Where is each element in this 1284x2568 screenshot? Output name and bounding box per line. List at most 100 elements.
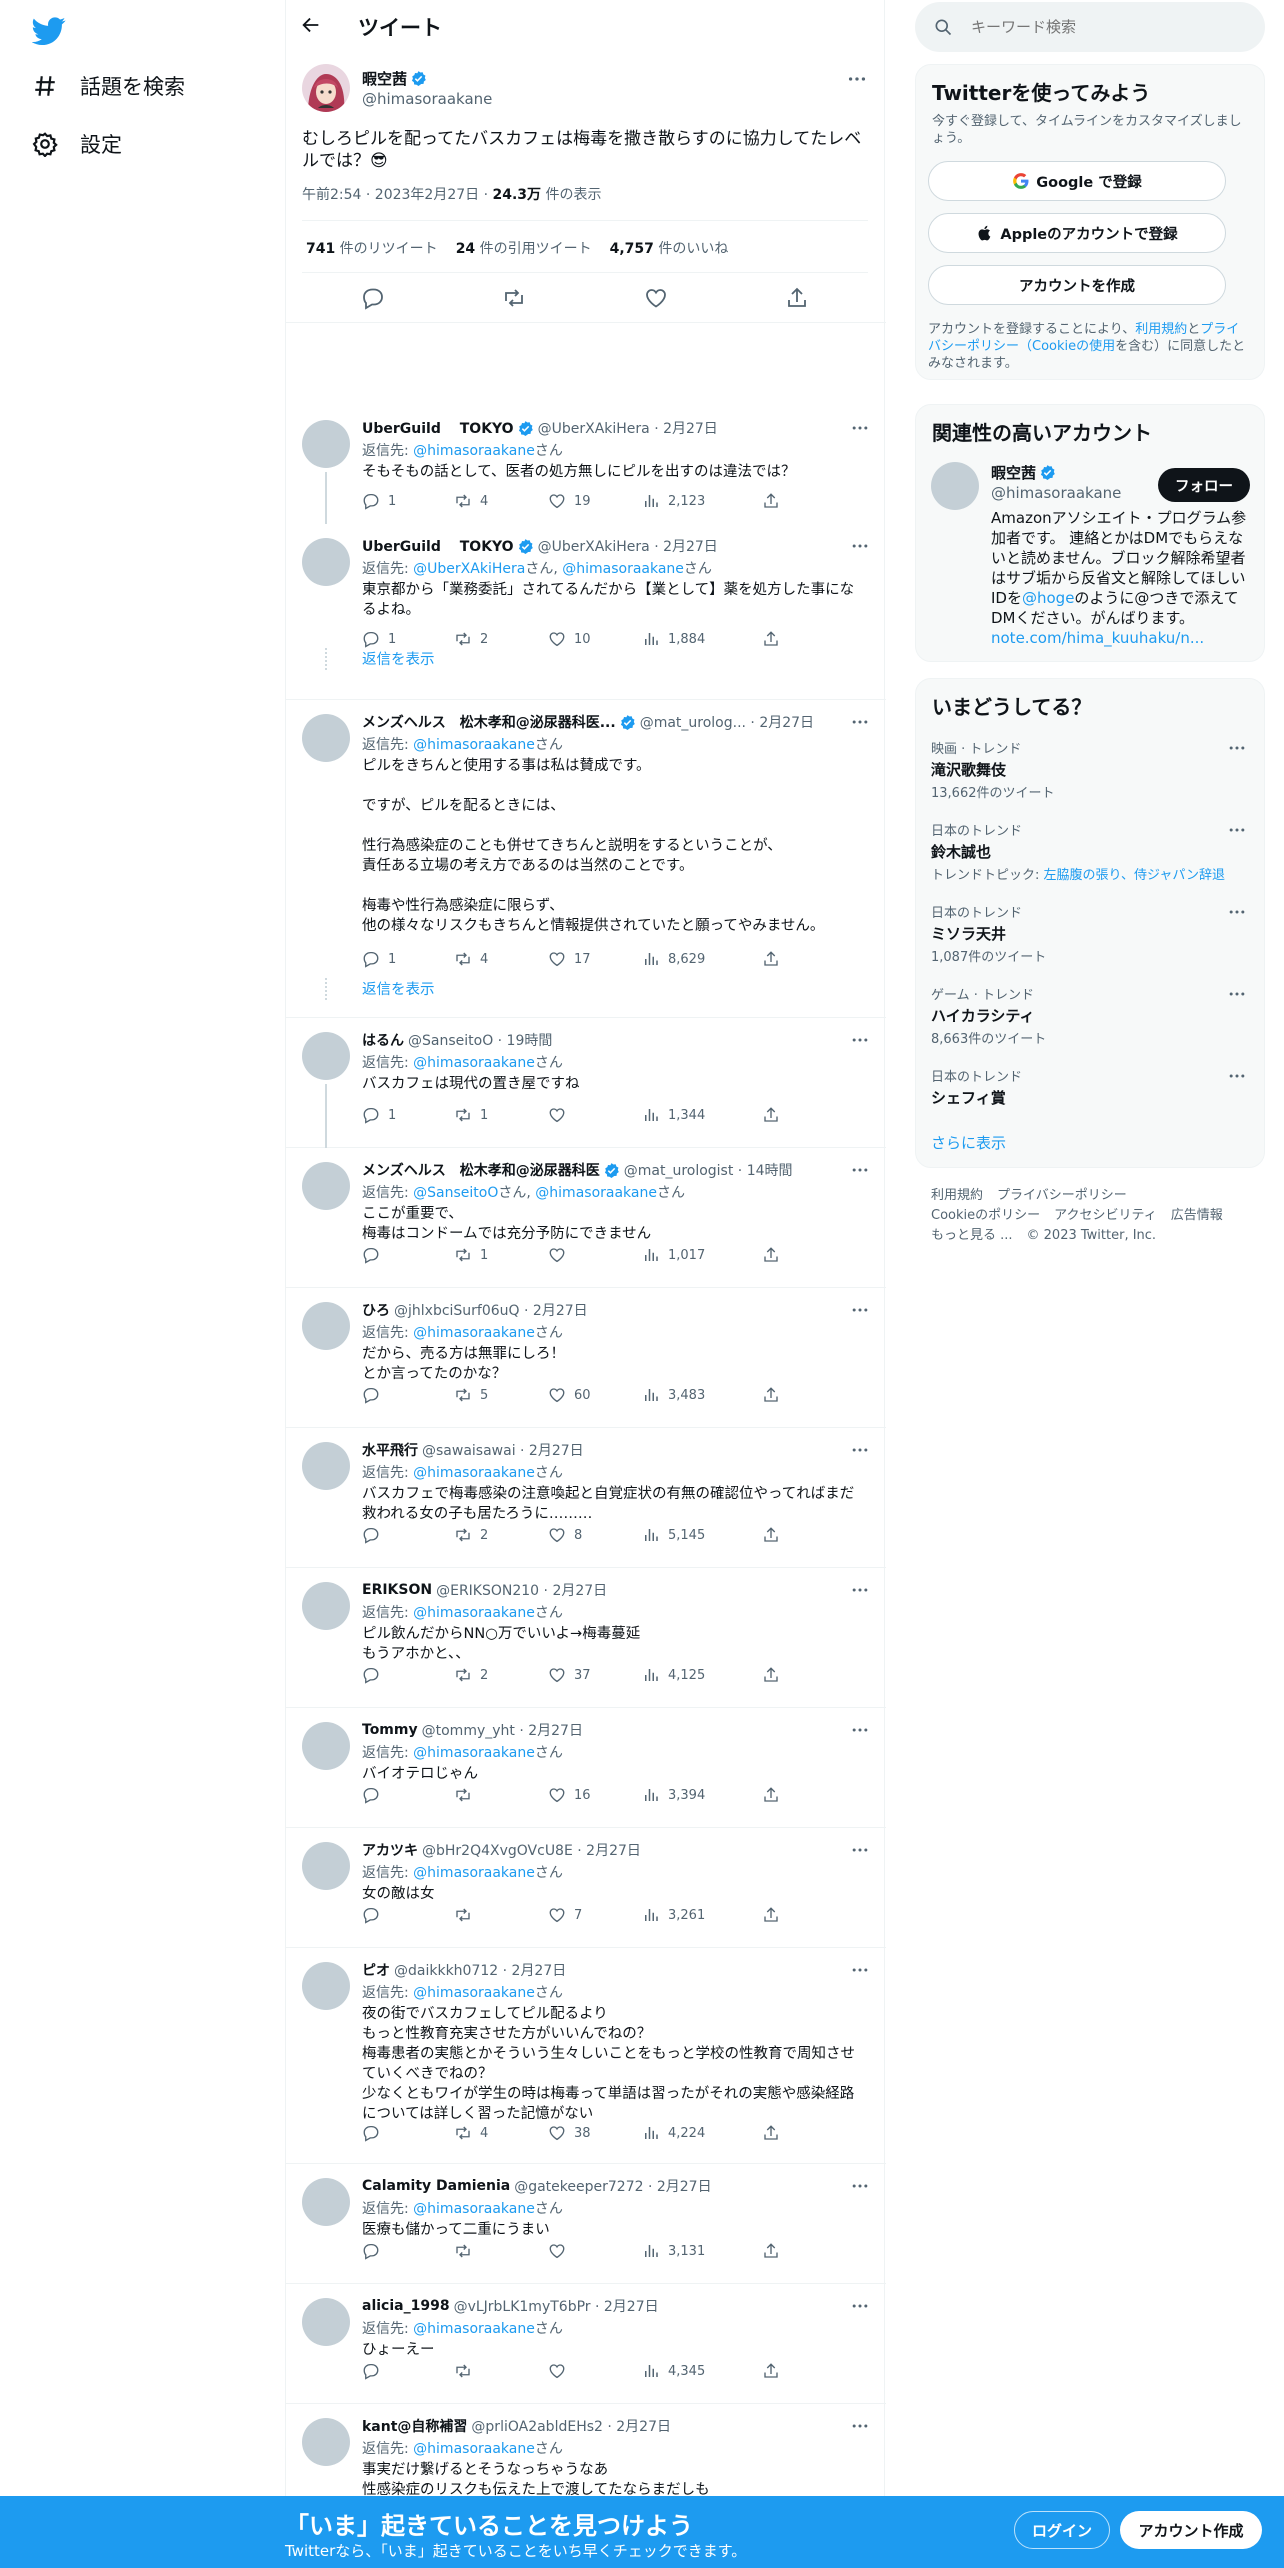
- create-account-button[interactable]: アカウントを作成: [928, 265, 1226, 305]
- like-action[interactable]: 16: [548, 1786, 591, 1804]
- twitter-logo-icon[interactable]: [32, 14, 66, 48]
- share-action[interactable]: [762, 1906, 788, 1924]
- footer-more-link[interactable]: もっと見る ...: [931, 1228, 1013, 1243]
- show-replies-link[interactable]: 返信を表示: [362, 648, 435, 669]
- views-action[interactable]: 4,345: [642, 2362, 705, 2380]
- more-options-icon[interactable]: [850, 1580, 870, 1600]
- like-action[interactable]: 7: [548, 1906, 582, 1924]
- more-options-icon[interactable]: [846, 68, 868, 90]
- like-action[interactable]: [548, 1246, 574, 1264]
- share-action[interactable]: [762, 1526, 788, 1544]
- trend-item[interactable]: 日本のトレンド シェフィ賞: [931, 1066, 1261, 1108]
- reply-tweet[interactable]: はるん @SanseitoO · 19時間 返信先: @himasoraakaneさ…: [286, 1018, 886, 1148]
- trend-topic-link[interactable]: 左脇腹の張り、侍ジャパン辞退: [1044, 868, 1225, 883]
- more-options-icon[interactable]: [850, 1300, 870, 1320]
- share-action[interactable]: [762, 2242, 788, 2260]
- like-action[interactable]: 60: [548, 1386, 591, 1404]
- more-options-icon[interactable]: [850, 418, 870, 438]
- replying-to-link[interactable]: @himasoraakane: [413, 1745, 535, 1761]
- views-action[interactable]: 3,261: [642, 1906, 705, 1924]
- search-bar[interactable]: [915, 2, 1265, 52]
- views-action[interactable]: 4,125: [642, 1666, 705, 1684]
- reply-tweet[interactable]: ピオ @daikkkh0712 · 2月27日 返信先: @himasoraakan…: [286, 1948, 886, 2164]
- avatar[interactable]: [302, 1162, 350, 1210]
- more-options-icon[interactable]: [850, 2296, 870, 2316]
- views-action[interactable]: 3,483: [642, 1386, 705, 1404]
- retweet-action[interactable]: [454, 2362, 480, 2380]
- author-name[interactable]: 暇空茜: [362, 68, 427, 89]
- avatar[interactable]: [302, 1442, 350, 1490]
- replying-to-link[interactable]: @himasoraakane: [413, 1865, 535, 1881]
- footer-ads-link[interactable]: 広告情報: [1171, 1208, 1223, 1223]
- more-options-icon[interactable]: [1227, 902, 1247, 922]
- retweet-action[interactable]: 4: [454, 2124, 488, 2142]
- reply-tweet[interactable]: UberGuild TOKYO @UberXAkiHera · 2月27日 返信先:…: [286, 524, 886, 700]
- share-action[interactable]: [762, 950, 788, 968]
- reply-action[interactable]: [362, 1526, 388, 1544]
- reply-tweet[interactable]: 水平飛行 @sawaisawai · 2月27日 返信先: @himasoraaka…: [286, 1428, 886, 1568]
- reply-tweet[interactable]: メンズヘルス 松木孝和@泌尿器科医... @mat_urolog... · 2月2…: [286, 700, 886, 1018]
- reply-author-handle[interactable]: @UberXAkiHera · 2月27日: [538, 418, 718, 438]
- more-options-icon[interactable]: [850, 2176, 870, 2196]
- more-options-icon[interactable]: [850, 1960, 870, 1980]
- reply-author-name[interactable]: 水平飛行: [362, 1440, 418, 1460]
- google-signup-button[interactable]: Google で登録: [928, 161, 1226, 201]
- footer-terms-link[interactable]: 利用規約: [931, 1188, 983, 1203]
- follow-button[interactable]: フォロー: [1158, 468, 1250, 502]
- views-action[interactable]: 4,224: [642, 2124, 705, 2142]
- reply-author-handle[interactable]: @jhlxbciSurf06uQ · 2月27日: [394, 1300, 588, 1320]
- retweet-action[interactable]: [454, 1906, 480, 1924]
- avatar[interactable]: [302, 1582, 350, 1630]
- reply-author-handle[interactable]: @mat_urolog... · 2月27日: [640, 712, 814, 732]
- like-action[interactable]: 8: [548, 1526, 582, 1544]
- login-button[interactable]: ログイン: [1014, 2511, 1110, 2549]
- retweet-action[interactable]: 1: [454, 1106, 488, 1124]
- like-action[interactable]: [548, 1106, 574, 1124]
- views-action[interactable]: 2,123: [642, 492, 705, 510]
- related-account-name[interactable]: 暇空茜: [991, 462, 1056, 483]
- reply-author-name[interactable]: Tommy: [362, 1722, 418, 1738]
- like-action[interactable]: 17: [548, 950, 591, 968]
- views-action[interactable]: 3,131: [642, 2242, 705, 2260]
- more-options-icon[interactable]: [850, 2416, 870, 2436]
- reply-author-handle[interactable]: @bHr2Q4XvgOVcU8E · 2月27日: [422, 1840, 641, 1860]
- avatar[interactable]: [302, 1842, 350, 1890]
- terms-link[interactable]: 利用規約: [1135, 322, 1187, 337]
- reply-author-name[interactable]: Calamity Damienia: [362, 2178, 510, 2194]
- replying-to-link[interactable]: @himasoraakane: [413, 1465, 535, 1481]
- reply-action[interactable]: [362, 2242, 388, 2260]
- bio-url-link[interactable]: note.com/hima_kuuhaku/n...: [991, 629, 1204, 647]
- signup-button[interactable]: アカウント作成: [1120, 2511, 1262, 2549]
- share-action[interactable]: [762, 1786, 788, 1804]
- tweet-timestamp[interactable]: 午前2:54 · 2023年2月27日 ·: [302, 187, 493, 203]
- avatar[interactable]: [302, 714, 350, 762]
- reply-tweet[interactable]: ERIKSON @ERIKSON210 · 2月27日 返信先: @himasora…: [286, 1568, 886, 1708]
- reply-author-name[interactable]: ひろ: [362, 1300, 390, 1320]
- reply-author-handle[interactable]: @SanseitoO · 19時間: [408, 1030, 552, 1050]
- more-options-icon[interactable]: [850, 536, 870, 556]
- reply-tweet[interactable]: メンズヘルス 松木孝和@泌尿器科医 @mat_urologist · 14時間 返信…: [286, 1148, 886, 1288]
- reply-action[interactable]: 1: [362, 1106, 396, 1124]
- retweet-action[interactable]: 5: [454, 1386, 488, 1404]
- bio-mention-link[interactable]: @hoge: [1022, 589, 1074, 607]
- apple-signup-button[interactable]: Appleのアカウントで登録: [928, 213, 1226, 253]
- retweet-icon[interactable]: [502, 286, 526, 310]
- avatar[interactable]: [302, 420, 350, 468]
- replying-to-link[interactable]: @himasoraakane: [413, 2321, 535, 2337]
- reply-author-handle[interactable]: @ERIKSON210 · 2月27日: [436, 1580, 607, 1600]
- retweet-action[interactable]: 1: [454, 1246, 488, 1264]
- avatar[interactable]: [302, 1032, 350, 1080]
- more-options-icon[interactable]: [1227, 984, 1247, 1004]
- views-action[interactable]: 1,884: [642, 630, 705, 648]
- views-action[interactable]: 5,145: [642, 1526, 705, 1544]
- share-action[interactable]: [762, 630, 788, 648]
- trend-item[interactable]: 日本のトレンド 鈴木誠也 トレンドトピック: 左脇腹の張り、侍ジャパン辞退: [931, 820, 1261, 883]
- reply-action[interactable]: [362, 1666, 388, 1684]
- reply-author-name[interactable]: alicia_1998: [362, 2298, 450, 2314]
- reply-author-name[interactable]: メンズヘルス 松木孝和@泌尿器科医: [362, 1160, 600, 1180]
- like-stat[interactable]: 4,757 件のいいね: [610, 238, 729, 258]
- replying-to-link[interactable]: @SanseitoO: [413, 1185, 498, 1201]
- reply-action[interactable]: [362, 1246, 388, 1264]
- replying-to-link[interactable]: @himasoraakane: [562, 561, 684, 577]
- replying-to-link[interactable]: @himasoraakane: [413, 1605, 535, 1621]
